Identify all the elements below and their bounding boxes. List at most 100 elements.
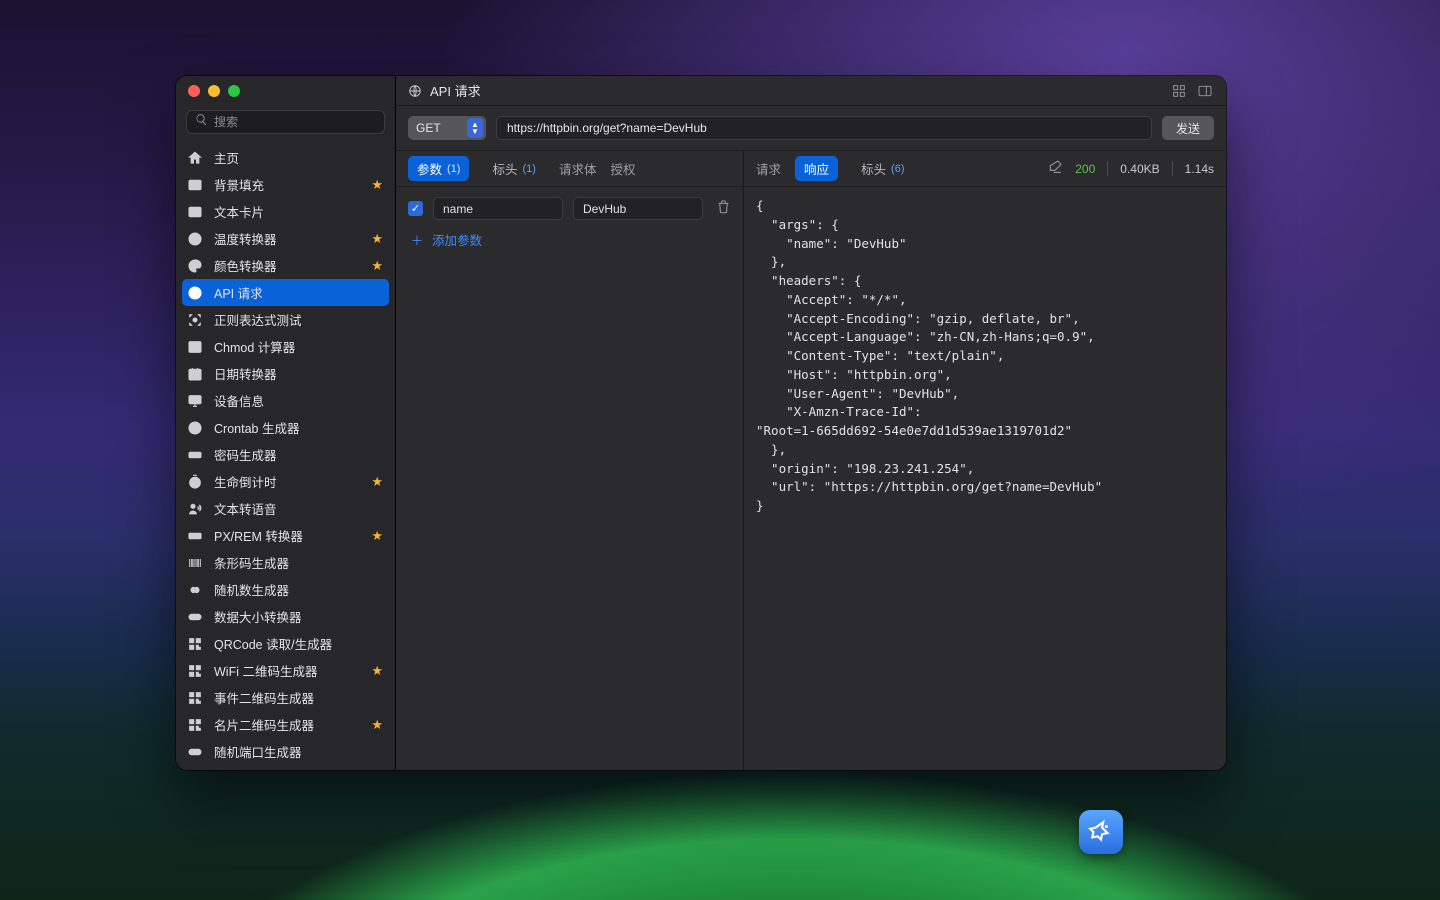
http-method-select[interactable]: GET ▲▼ [408, 116, 486, 140]
add-param-label: 添加参数 [432, 230, 482, 249]
tab-raw-request[interactable]: 请求 [756, 159, 781, 178]
response-stats: 200 0.40KB 1.14s [1047, 159, 1214, 178]
qr-icon [186, 689, 204, 707]
url-input-wrap[interactable] [496, 116, 1152, 140]
key-icon [186, 770, 204, 771]
sidebar-item-8[interactable]: 日期转换器 [176, 360, 395, 387]
param-value-field[interactable] [583, 202, 693, 216]
qr-icon [186, 662, 204, 680]
param-enabled-checkbox[interactable]: ✓ [408, 201, 423, 216]
tab-headers-label: 标头 [492, 159, 517, 178]
tab-response-headers-count: (6) [891, 163, 904, 175]
sidebar-item-21[interactable]: 名片二维码生成器★ [176, 711, 395, 738]
close-button[interactable] [188, 85, 200, 97]
clock-icon [186, 419, 204, 437]
sidebar-item-23[interactable]: RSA 密钥生成器 [176, 765, 395, 770]
sidebar-item-label: RSA 密钥生成器 [214, 769, 383, 770]
sidebar-item-5[interactable]: API 请求 [182, 279, 389, 306]
globe-icon [408, 84, 422, 98]
sidebar-item-label: 日期转换器 [214, 364, 383, 383]
sidebar-item-20[interactable]: 事件二维码生成器 [176, 684, 395, 711]
star-icon: ★ [371, 231, 383, 247]
tab-response[interactable]: 响应 [795, 156, 838, 181]
speak-icon [186, 500, 204, 518]
terminal-icon [186, 338, 204, 356]
tab-response-headers[interactable]: 标头 (6) [852, 156, 913, 181]
tab-response-label: 响应 [804, 159, 829, 178]
sidebar-item-label: 随机端口生成器 [214, 742, 383, 761]
sidebar-item-19[interactable]: WiFi 二维码生成器★ [176, 657, 395, 684]
sidebar-item-9[interactable]: 设备信息 [176, 387, 395, 414]
param-key-input[interactable] [433, 197, 563, 220]
sidebar-item-16[interactable]: 随机数生成器 [176, 576, 395, 603]
drive-icon [186, 608, 204, 626]
search-input[interactable] [214, 115, 376, 129]
sidebar-item-label: 正则表达式测试 [214, 310, 383, 329]
delete-param-button[interactable] [716, 199, 731, 219]
param-key-field[interactable] [443, 202, 553, 216]
maximize-button[interactable] [228, 85, 240, 97]
sidebar-item-22[interactable]: 随机端口生成器 [176, 738, 395, 765]
sidebar-item-0[interactable]: 主页 [176, 144, 395, 171]
sidebar-item-7[interactable]: Chmod 计算器 [176, 333, 395, 360]
tab-params[interactable]: 参数 (1) [408, 156, 469, 181]
monitor-icon [186, 392, 204, 410]
send-button-label: 发送 [1176, 120, 1200, 137]
url-input[interactable] [507, 121, 1141, 135]
star-icon: ★ [371, 717, 383, 733]
tab-headers[interactable]: 标头 (1) [483, 156, 544, 181]
qr-icon [186, 635, 204, 653]
sidebar-item-label: 颜色转换器 [214, 256, 361, 275]
password-icon [186, 446, 204, 464]
infinity-icon [186, 581, 204, 599]
response-tabs: 请求 响应 标头 (6) 200 0.40KB [744, 151, 1226, 187]
sidebar-item-1[interactable]: 背景填充★ [176, 171, 395, 198]
search-field[interactable] [186, 110, 385, 134]
sidebar-item-label: 随机数生成器 [214, 580, 383, 599]
sidebar-item-3[interactable]: 温度转换器★ [176, 225, 395, 252]
response-body: { "args": { "name": "DevHub" }, "headers… [744, 187, 1226, 770]
clear-response-button[interactable] [1047, 159, 1063, 178]
sidebar-item-13[interactable]: 文本转语音 [176, 495, 395, 522]
tab-body[interactable]: 请求体 [559, 159, 597, 178]
panel-toolbar-button[interactable] [1196, 82, 1214, 100]
qr-icon [186, 716, 204, 734]
sidebar-item-17[interactable]: 数据大小转换器 [176, 603, 395, 630]
sidebar-item-6[interactable]: 正则表达式测试 [176, 306, 395, 333]
sidebar-item-12[interactable]: 生命倒计时★ [176, 468, 395, 495]
scan-icon [186, 311, 204, 329]
sidebar-item-18[interactable]: QRCode 读取/生成器 [176, 630, 395, 657]
sidebar-nav: 主页背景填充★文本卡片温度转换器★颜色转换器★API 请求正则表达式测试Chmo… [176, 142, 395, 770]
grid-toolbar-button[interactable] [1170, 82, 1188, 100]
tab-headers-count: (1) [522, 163, 535, 175]
sidebar-item-label: 设备信息 [214, 391, 383, 410]
star-icon: ★ [371, 528, 383, 544]
star-icon: ★ [371, 177, 383, 193]
sidebar-item-4[interactable]: 颜色转换器★ [176, 252, 395, 279]
response-pane: 请求 响应 标头 (6) 200 0.40KB [744, 151, 1226, 770]
card-icon [186, 203, 204, 221]
home-icon [186, 149, 204, 167]
sidebar-item-15[interactable]: 条形码生成器 [176, 549, 395, 576]
minimize-button[interactable] [208, 85, 220, 97]
sidebar-item-label: Chmod 计算器 [214, 337, 383, 356]
param-value-input[interactable] [573, 197, 703, 220]
sidebar-item-label: 事件二维码生成器 [214, 688, 383, 707]
sidebar-item-label: 文本卡片 [214, 202, 383, 221]
sidebar-item-label: WiFi 二维码生成器 [214, 661, 361, 680]
sidebar-item-10[interactable]: Crontab 生成器 [176, 414, 395, 441]
response-size: 0.40KB [1120, 162, 1159, 176]
sidebar-item-2[interactable]: 文本卡片 [176, 198, 395, 225]
send-button[interactable]: 发送 [1162, 116, 1214, 140]
plus-icon: ＋ [410, 233, 424, 247]
params-list: ✓ ＋ 添加参数 [396, 187, 743, 259]
tab-auth[interactable]: 授权 [610, 159, 635, 178]
dock-app-icon[interactable] [1079, 810, 1123, 854]
sidebar-item-14[interactable]: PX/REM 转换器★ [176, 522, 395, 549]
add-param-button[interactable]: ＋ 添加参数 [408, 230, 731, 249]
sidebar-item-label: Crontab 生成器 [214, 418, 383, 437]
sidebar-item-11[interactable]: 密码生成器 [176, 441, 395, 468]
sidebar-item-label: QRCode 读取/生成器 [214, 634, 383, 653]
sidebar-item-label: 文本转语音 [214, 499, 383, 518]
star-icon: ★ [371, 474, 383, 490]
